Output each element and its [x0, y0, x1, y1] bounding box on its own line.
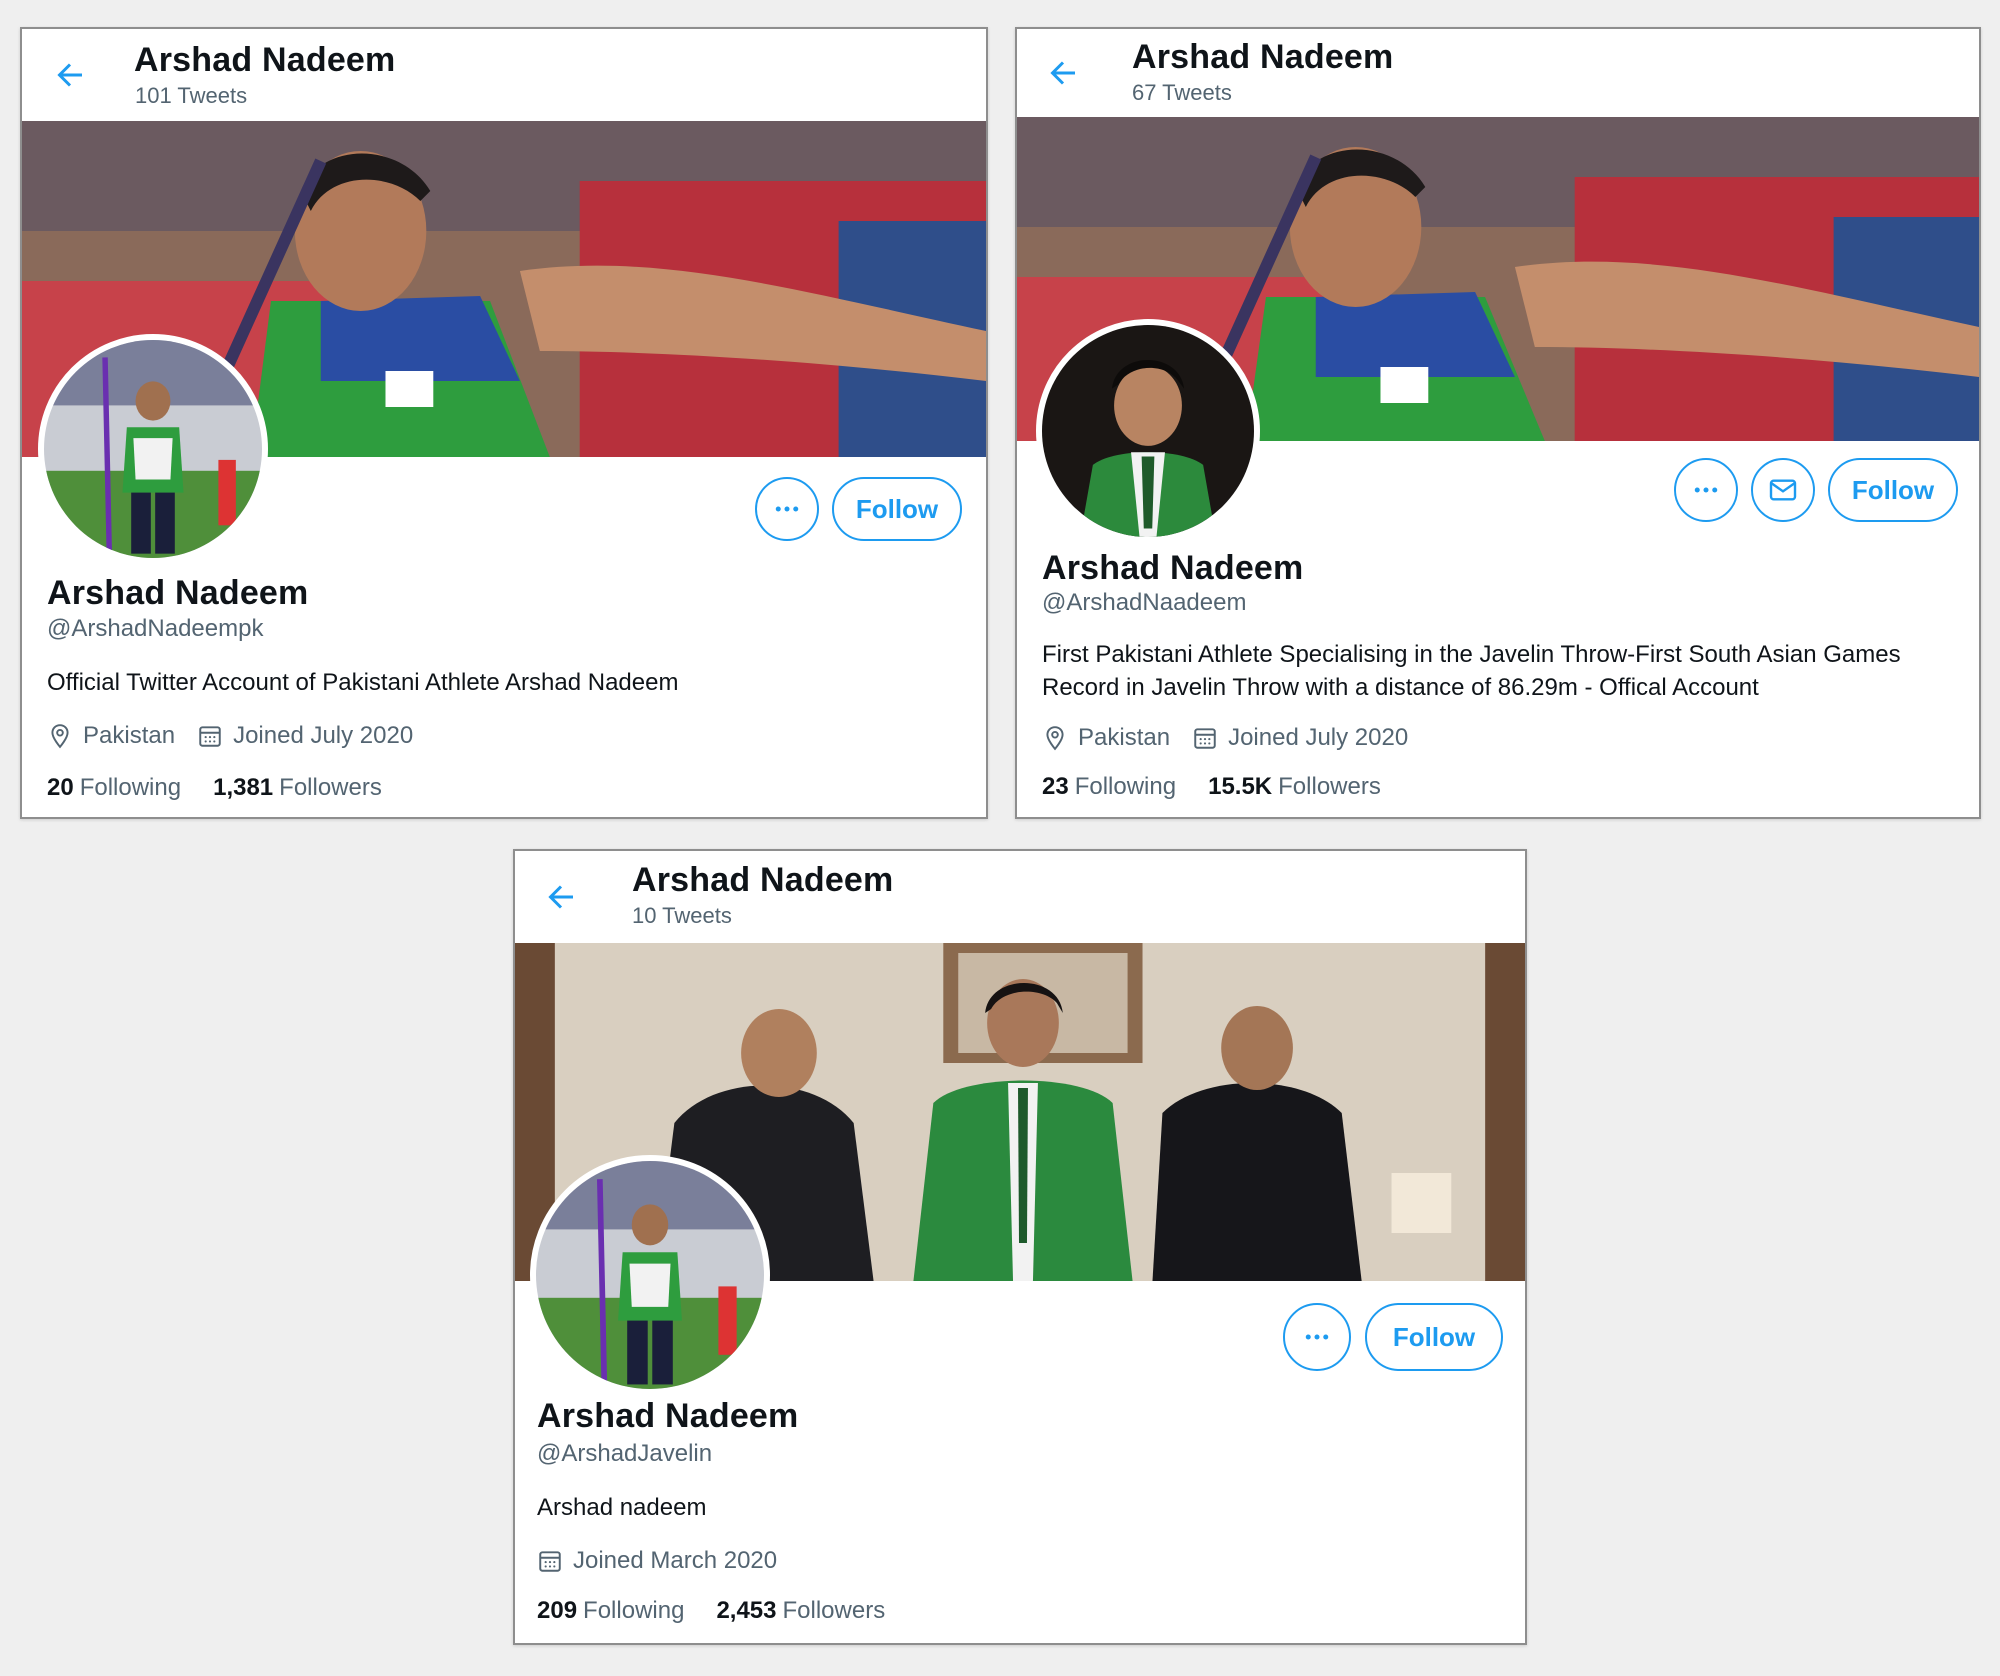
- arrow-left-icon[interactable]: [52, 57, 88, 93]
- more-dots-icon: [775, 506, 799, 512]
- profile-handle: @ArshadJavelin: [537, 1440, 713, 1467]
- following-label: Following: [583, 1597, 685, 1624]
- profile-meta: Joined March 2020: [537, 1547, 777, 1575]
- more-button[interactable]: [1674, 458, 1738, 522]
- profile-stats: 20 Following 1,381 Followers: [47, 774, 414, 802]
- following-count: 209: [537, 1597, 578, 1624]
- profile-handle: @ArshadNaadeem: [1042, 589, 1247, 616]
- followers-label: Followers: [1278, 773, 1381, 800]
- followers-label: Followers: [279, 774, 382, 801]
- location-pin-icon: [51, 724, 69, 749]
- profile-handle: @ArshadNadeempk: [47, 615, 264, 642]
- followers-link[interactable]: 15.5K Followers: [1208, 773, 1381, 801]
- profile-stats: 209 Following 2,453 Followers: [537, 1597, 917, 1625]
- joined-text: Joined July 2020: [233, 722, 414, 749]
- header-title: Arshad Nadeem: [134, 41, 396, 79]
- tweet-count: 67 Tweets: [1132, 80, 1232, 105]
- profile-card-2: Arshad Nadeem 67 Tweets Follow Arshad Na…: [1015, 27, 1981, 819]
- followers-count: 1,381: [213, 774, 274, 801]
- following-label: Following: [79, 774, 182, 801]
- following-count: 20: [47, 774, 74, 801]
- profile-bio: Official Twitter Account of Pakistani At…: [47, 669, 679, 696]
- tweet-count: 10 Tweets: [632, 903, 732, 928]
- followers-count: 15.5K: [1208, 773, 1273, 800]
- following-count: 23: [1042, 773, 1069, 800]
- more-dots-icon: [1694, 487, 1718, 493]
- following-link[interactable]: 20 Following: [47, 774, 181, 802]
- profile-header-bar: Arshad Nadeem 101 Tweets: [22, 29, 986, 121]
- profile-bio: Arshad nadeem: [537, 1494, 707, 1521]
- location-text: Pakistan: [83, 722, 176, 749]
- arrow-left-icon[interactable]: [1045, 55, 1081, 91]
- profile-meta: Pakistan Joined July 2020: [47, 722, 413, 750]
- calendar-icon: [1194, 728, 1216, 749]
- follow-button[interactable]: Follow: [832, 477, 962, 541]
- profile-name: Arshad Nadeem: [1042, 549, 1304, 587]
- profile-name: Arshad Nadeem: [47, 574, 309, 612]
- more-dots-icon: [1305, 1334, 1329, 1340]
- follow-button[interactable]: Follow: [1365, 1303, 1503, 1371]
- more-button[interactable]: [1283, 1303, 1351, 1371]
- header-title: Arshad Nadeem: [1132, 38, 1394, 76]
- more-button[interactable]: [755, 477, 819, 541]
- profile-header-bar: Arshad Nadeem 67 Tweets: [1017, 29, 1979, 117]
- envelope-icon: [1769, 479, 1797, 501]
- profile-card-1: Arshad Nadeem 101 Tweets Follow Arshad N…: [20, 27, 988, 819]
- profile-bio: First Pakistani Athlete Specialising in …: [1042, 641, 1901, 701]
- followers-link[interactable]: 2,453 Followers: [716, 1597, 885, 1625]
- arrow-left-icon[interactable]: [543, 879, 579, 915]
- followers-label: Followers: [782, 1597, 886, 1624]
- profile-meta: Pakistan Joined July 2020: [1042, 724, 1408, 752]
- following-link[interactable]: 209 Following: [537, 1597, 684, 1625]
- joined-text: Joined July 2020: [1228, 724, 1409, 751]
- location-text: Pakistan: [1078, 724, 1171, 751]
- profile-card-3: Arshad Nadeem 10 Tweets Follow Arshad Na…: [513, 849, 1527, 1645]
- calendar-icon: [199, 726, 221, 747]
- header-title: Arshad Nadeem: [632, 861, 894, 899]
- message-button[interactable]: [1751, 458, 1815, 522]
- tweet-count: 101 Tweets: [135, 83, 248, 108]
- avatar[interactable]: [530, 1155, 770, 1395]
- following-link[interactable]: 23 Following: [1042, 773, 1176, 801]
- profile-header-bar: Arshad Nadeem 10 Tweets: [515, 851, 1525, 943]
- profile-name: Arshad Nadeem: [537, 1397, 799, 1435]
- following-label: Following: [1074, 773, 1177, 800]
- location-pin-icon: [1046, 726, 1064, 751]
- avatar[interactable]: [38, 334, 268, 564]
- avatar[interactable]: [1036, 319, 1260, 543]
- joined-text: Joined March 2020: [573, 1547, 778, 1574]
- calendar-icon: [539, 1551, 561, 1572]
- follow-button[interactable]: Follow: [1828, 458, 1958, 522]
- profile-stats: 23 Following 15.5K Followers: [1042, 773, 1413, 801]
- followers-link[interactable]: 1,381 Followers: [213, 774, 382, 802]
- followers-count: 2,453: [716, 1597, 777, 1624]
